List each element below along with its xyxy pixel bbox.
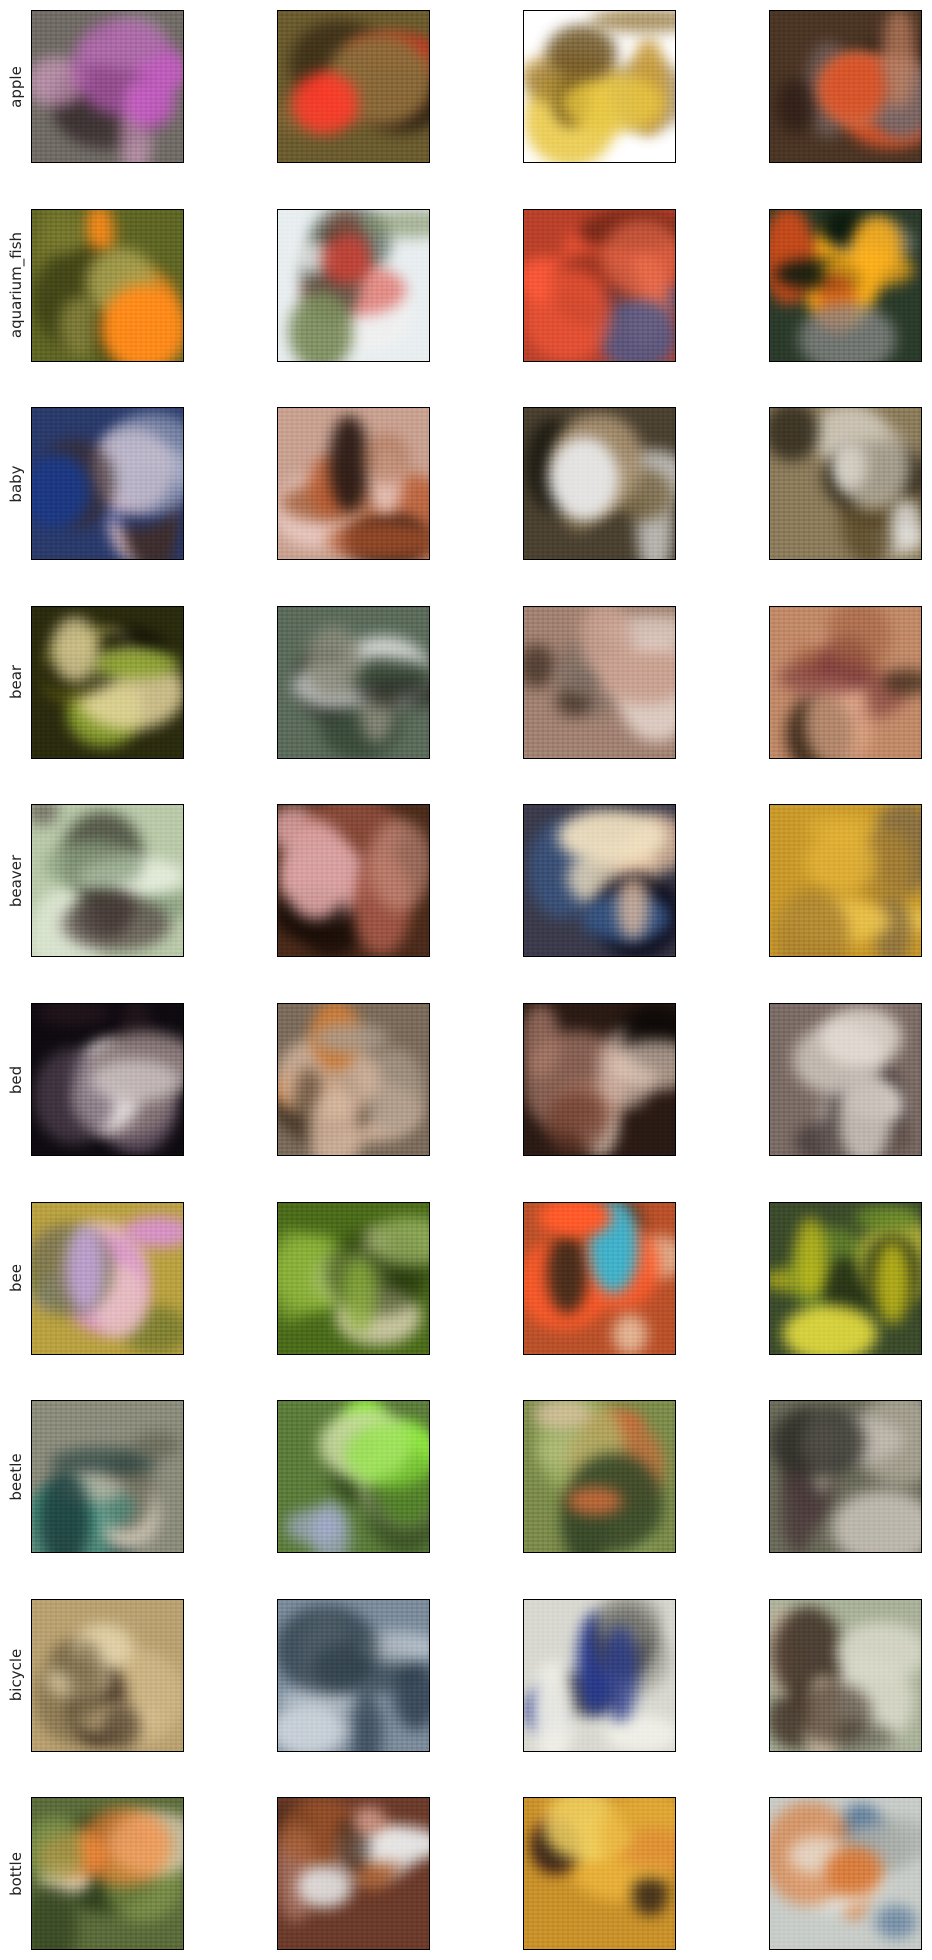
image-noise-overlay (278, 805, 429, 957)
row-label-bear: bear (7, 665, 25, 700)
generated-image-bed-4 (769, 1003, 922, 1156)
image-noise-overlay (770, 1401, 921, 1553)
generated-image-apple-2 (277, 10, 430, 163)
image-noise-overlay (524, 1401, 675, 1553)
image-noise-overlay (770, 1599, 921, 1751)
row-label-apple: apple (7, 65, 25, 108)
image-noise-overlay (32, 209, 183, 361)
image-grid: apple aquarium_fishbaby bear beaver bed bee be… (0, 0, 932, 1960)
generated-image-baby-4 (769, 407, 922, 561)
image-noise-overlay (524, 1202, 675, 1354)
image-noise-overlay (524, 606, 675, 758)
generated-image-bicycle-4 (769, 1598, 922, 1752)
generated-image-bear-1 (31, 605, 184, 759)
generated-image-beetle-1 (31, 1400, 184, 1554)
generated-image-bicycle-1 (31, 1598, 184, 1752)
generated-image-bear-2 (277, 605, 430, 759)
generated-image-bear-3 (523, 605, 676, 759)
image-noise-overlay (524, 805, 675, 957)
generated-image-bicycle-3 (523, 1598, 676, 1752)
image-noise-overlay (524, 1798, 675, 1950)
generated-image-aquarium-fish-1 (31, 208, 184, 362)
generated-image-bed-3 (523, 1003, 676, 1156)
image-noise-overlay (278, 1798, 429, 1950)
image-noise-overlay (770, 1202, 921, 1354)
image-noise-overlay (278, 606, 429, 758)
generated-image-apple-4 (769, 10, 922, 163)
generated-image-beetle-4 (769, 1400, 922, 1554)
image-noise-overlay (32, 805, 183, 957)
generated-image-beaver-4 (769, 804, 922, 958)
row-label-beetle: beetle (7, 1453, 25, 1501)
generated-image-aquarium-fish-2 (277, 208, 430, 362)
image-noise-overlay (524, 1599, 675, 1751)
generated-image-beetle-2 (277, 1400, 430, 1554)
generated-image-baby-3 (523, 407, 676, 561)
generated-image-apple-3 (523, 10, 676, 163)
image-noise-overlay (524, 209, 675, 361)
generated-image-beaver-1 (31, 804, 184, 958)
image-noise-overlay (278, 1401, 429, 1553)
row-label-bottle: bottle (7, 1851, 25, 1896)
generated-image-bee-2 (277, 1201, 430, 1355)
generated-image-bear-4 (769, 605, 922, 759)
generated-image-bed-2 (277, 1003, 430, 1156)
generated-image-baby-2 (277, 407, 430, 561)
generated-image-aquarium-fish-3 (523, 208, 676, 362)
generated-image-bee-3 (523, 1201, 676, 1355)
image-noise-overlay (278, 408, 429, 560)
image-noise-overlay (770, 408, 921, 560)
generated-image-beetle-3 (523, 1400, 676, 1554)
generated-image-bottle-2 (277, 1797, 430, 1951)
image-noise-overlay (278, 1004, 429, 1155)
image-noise-overlay (278, 11, 429, 162)
row-label-baby: baby (7, 465, 25, 503)
generated-image-bee-4 (769, 1201, 922, 1355)
generated-image-beaver-3 (523, 804, 676, 958)
image-noise-overlay (32, 1401, 183, 1553)
generated-image-bottle-1 (31, 1797, 184, 1951)
image-noise-overlay (32, 408, 183, 560)
row-label-beaver: beaver (7, 854, 25, 907)
row-label-aquarium-fish: aquarium_fish (7, 232, 25, 339)
image-noise-overlay (770, 1004, 921, 1155)
generated-image-bottle-4 (769, 1797, 922, 1951)
image-noise-overlay (32, 1599, 183, 1751)
row-label-bed: bed (7, 1065, 25, 1094)
image-noise-overlay (770, 1798, 921, 1950)
image-noise-overlay (770, 805, 921, 957)
generated-image-apple-1 (31, 10, 184, 163)
row-label-bee: bee (7, 1264, 25, 1293)
generated-image-bottle-3 (523, 1797, 676, 1951)
image-noise-overlay (524, 408, 675, 560)
image-noise-overlay (32, 1004, 183, 1155)
image-noise-overlay (770, 209, 921, 361)
image-noise-overlay (32, 606, 183, 758)
generated-image-bicycle-2 (277, 1598, 430, 1752)
generated-image-bed-1 (31, 1003, 184, 1156)
image-noise-overlay (32, 1202, 183, 1354)
generated-image-baby-1 (31, 407, 184, 561)
image-noise-overlay (770, 11, 921, 162)
generated-image-aquarium-fish-4 (769, 208, 922, 362)
generated-image-bee-1 (31, 1201, 184, 1355)
image-noise-overlay (770, 606, 921, 758)
image-noise-overlay (524, 11, 675, 162)
image-noise-overlay (32, 1798, 183, 1950)
image-noise-overlay (278, 209, 429, 361)
image-noise-overlay (278, 1599, 429, 1751)
image-noise-overlay (278, 1202, 429, 1354)
image-noise-overlay (32, 11, 183, 162)
generated-image-beaver-2 (277, 804, 430, 958)
image-noise-overlay (524, 1004, 675, 1155)
row-label-bicycle: bicycle (7, 1649, 25, 1702)
